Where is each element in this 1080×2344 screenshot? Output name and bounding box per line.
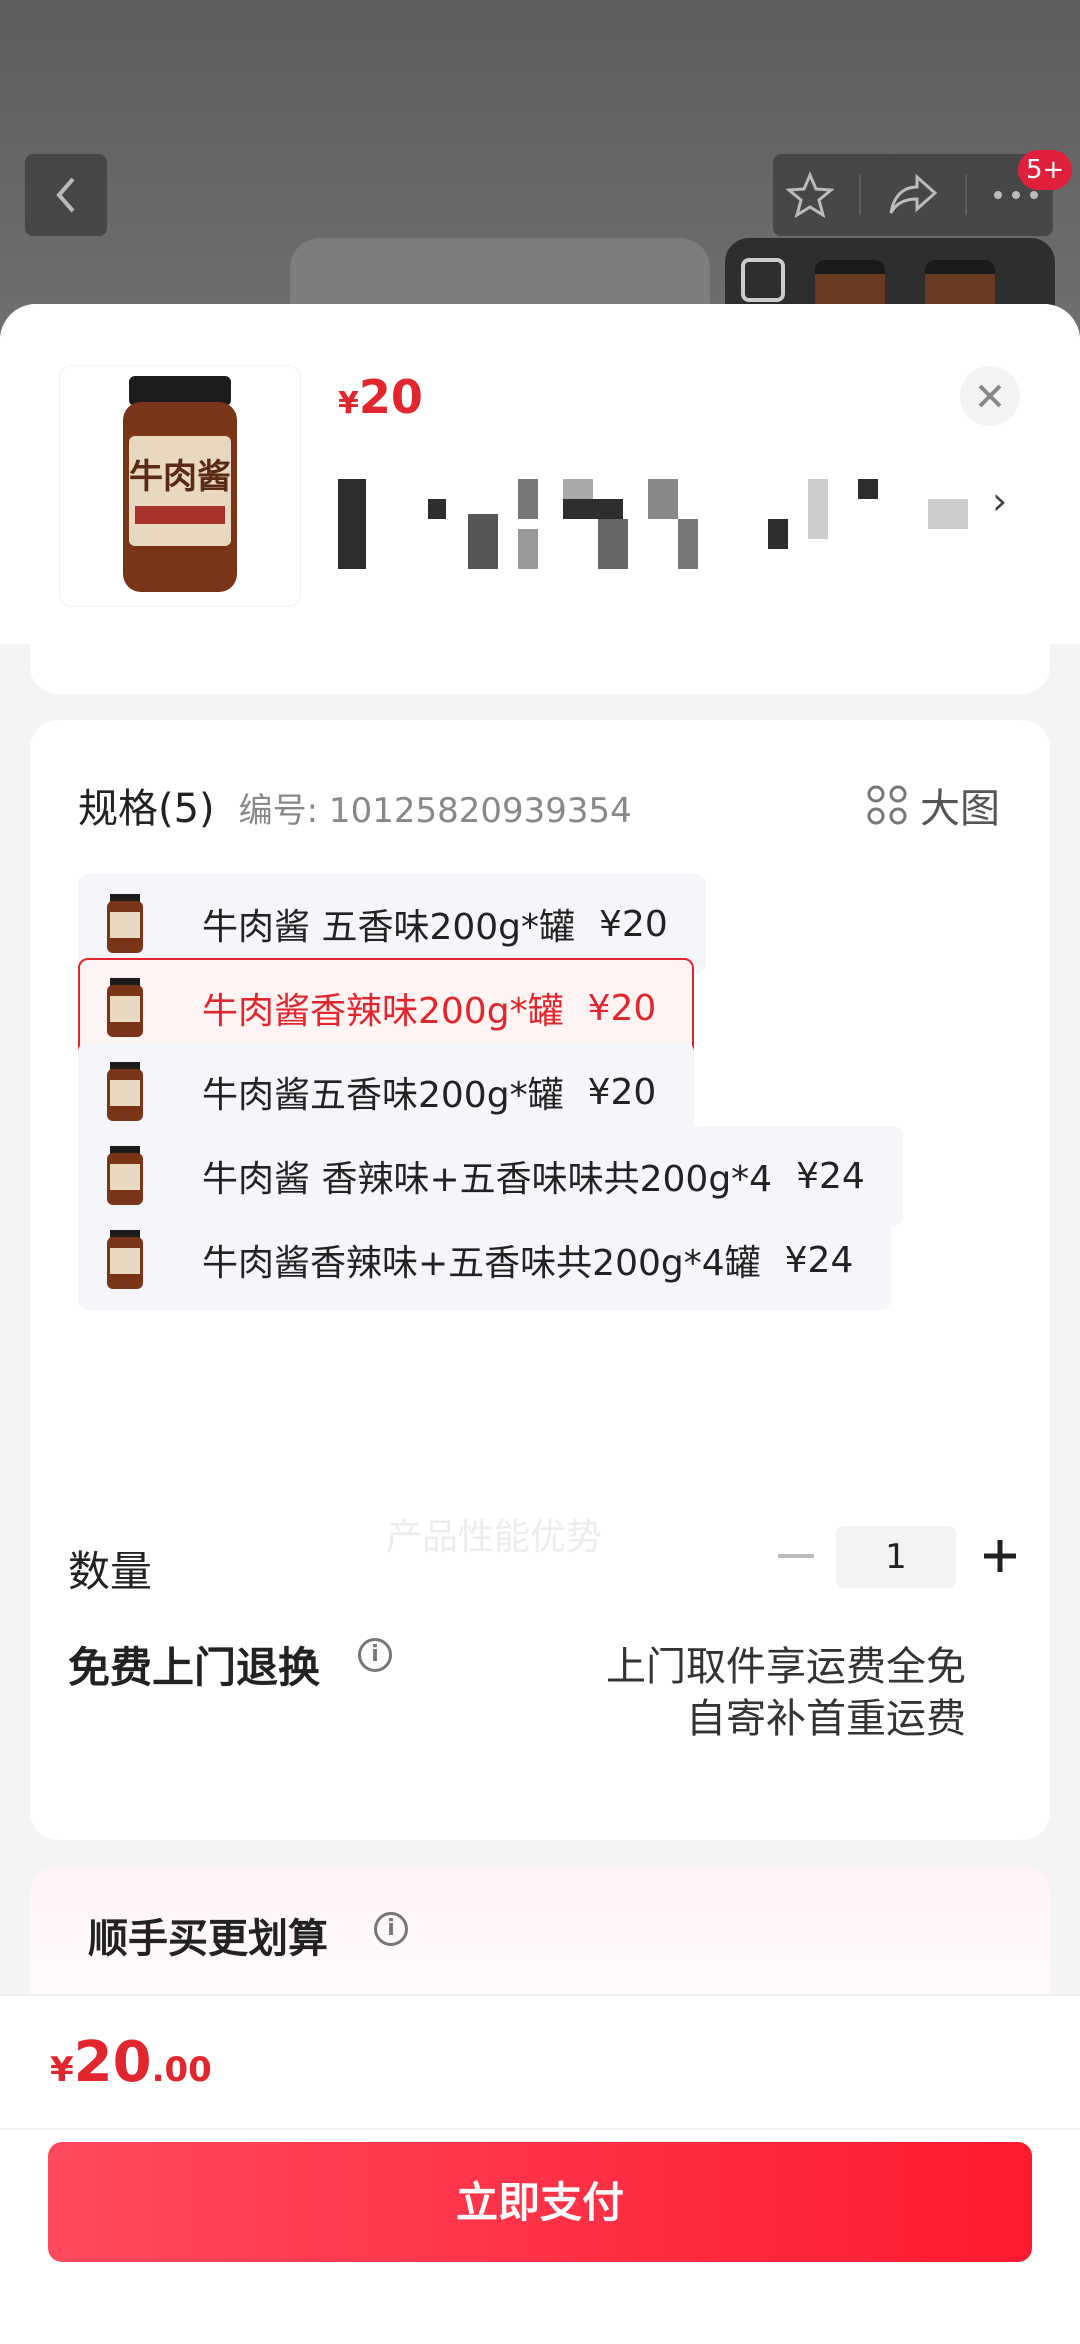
option-price: ¥24 — [784, 1239, 854, 1281]
option-price: ¥20 — [599, 903, 668, 945]
close-button[interactable] — [960, 366, 1020, 426]
return-policy-line: 上门取件享运费全免 — [606, 1644, 966, 1690]
info-icon[interactable]: i — [374, 1912, 408, 1946]
option-price: ¥20 — [587, 987, 657, 1029]
star-icon[interactable] — [785, 171, 834, 219]
info-icon[interactable]: i — [358, 1638, 392, 1672]
close-icon — [978, 384, 1002, 408]
notification-badge: 5+ — [1018, 150, 1073, 190]
product-image[interactable]: 牛肉酱 — [60, 366, 300, 606]
spec-title: 规格(5) — [78, 786, 215, 832]
svg-text:牛肉酱: 牛肉酱 — [129, 457, 231, 497]
option-price: ¥24 — [796, 1155, 865, 1197]
product-title-blurred[interactable] — [338, 469, 998, 569]
share-icon[interactable] — [887, 173, 939, 217]
chevron-left-icon — [56, 177, 75, 213]
big-image-toggle[interactable]: 大图 — [866, 776, 1000, 834]
big-image-label: 大图 — [920, 786, 1000, 832]
more-icon[interactable] — [992, 189, 1040, 201]
free-return-label: 免费上门退换 — [68, 1643, 321, 1692]
total-price: ¥20.00 — [50, 2030, 212, 2095]
quantity-input[interactable]: 1 — [836, 1526, 956, 1588]
quantity-label: 数量 — [68, 1547, 153, 1596]
divider — [0, 2128, 1080, 2130]
option-label: 牛肉酱五香味200g*罐 — [202, 1075, 564, 1116]
back-button[interactable] — [25, 154, 107, 236]
pay-now-button[interactable]: 立即支付 — [48, 2142, 1032, 2262]
jar-image: 牛肉酱 — [123, 376, 237, 592]
spec-card: 规格(5) 编号: 10125820939354 大图 牛肉酱 五香味200g*… — [30, 720, 1050, 1840]
product-header: 牛肉酱 ¥20 › — [0, 304, 1080, 644]
product-price: ¥20 — [338, 370, 423, 424]
header-card-bottom — [30, 644, 1050, 694]
option-label: 牛肉酱香辣味+五香味共200g*4罐 — [202, 1243, 761, 1284]
option-label: 牛肉酱香辣味200g*罐 — [202, 991, 564, 1032]
option-thumbnail — [80, 1212, 170, 1308]
watermark-text: 产品性能优势 — [386, 1517, 603, 1558]
option-label: 牛肉酱 香辣味+五香味味共200g*4 — [202, 1159, 773, 1200]
top-action-bar — [773, 154, 1053, 236]
quantity-increment-button[interactable] — [976, 1532, 1024, 1580]
product-code: 编号: 10125820939354 — [238, 791, 632, 831]
checkout-bar: ¥20.00 立即支付 — [0, 1996, 1080, 2344]
chevron-right-icon[interactable]: › — [992, 479, 1007, 523]
spec-option[interactable]: 牛肉酱香辣味+五香味共200g*4罐 ¥24 — [78, 1210, 892, 1310]
return-policy-line: 自寄补首重运费 — [686, 1696, 966, 1742]
option-label: 牛肉酱 五香味200g*罐 — [202, 907, 576, 948]
spec-header: 规格(5) 编号: 10125820939354 — [78, 776, 632, 834]
grid-icon — [867, 785, 907, 825]
bundle-deal-title: 顺手买更划算 — [88, 1916, 328, 1962]
quantity-decrement-button[interactable] — [778, 1554, 814, 1558]
option-price: ¥20 — [587, 1071, 657, 1113]
